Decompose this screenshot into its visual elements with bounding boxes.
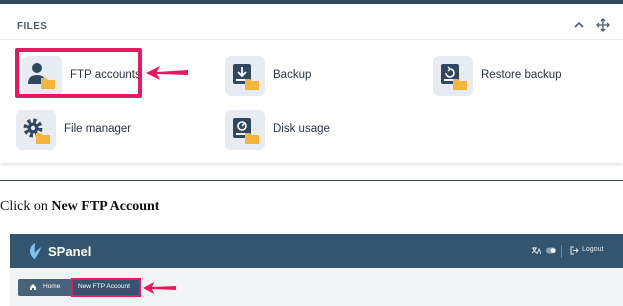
spanel-logo[interactable]: SPanel xyxy=(48,244,91,259)
tile-label: Disk usage xyxy=(273,123,330,135)
tile-backup[interactable]: Backup xyxy=(225,56,335,100)
breadcrumb-home-label: Home xyxy=(43,283,61,290)
tile-restore-backup[interactable]: Restore backup xyxy=(433,56,573,100)
language-icon[interactable] xyxy=(531,246,542,257)
backup-drive-folder-icon xyxy=(225,56,265,96)
home-icon xyxy=(30,284,36,290)
instruction-prefix: Click on xyxy=(0,199,52,214)
files-panel-title: FILES xyxy=(17,21,48,32)
spanel-navbar: SPanel Logout xyxy=(10,234,623,268)
files-panel-header: FILES xyxy=(0,8,623,40)
gear-folder-icon xyxy=(16,110,56,150)
restore-drive-folder-icon xyxy=(433,56,473,96)
navbar-separator xyxy=(561,245,562,258)
logout-link[interactable]: Logout xyxy=(582,246,603,253)
ftp-accounts-highlight xyxy=(15,48,142,98)
instruction-bold: New FTP Account xyxy=(51,199,160,214)
instruction-text: Click on New FTP Account xyxy=(0,199,159,215)
spanel-logo-icon xyxy=(30,243,41,259)
logout-icon[interactable] xyxy=(570,246,579,255)
pointer-arrow-icon xyxy=(146,66,188,80)
breadcrumb-home[interactable]: Home xyxy=(18,279,72,296)
tile-label: Backup xyxy=(273,69,312,81)
theme-toggle-icon[interactable] xyxy=(546,247,556,254)
tile-label: File manager xyxy=(64,123,132,135)
disk-usage-folder-icon xyxy=(225,110,265,150)
section-divider xyxy=(0,180,623,181)
chevron-up-icon[interactable] xyxy=(572,18,586,32)
move-icon[interactable] xyxy=(596,18,610,32)
tile-file-manager[interactable]: File manager xyxy=(16,110,136,154)
tile-disk-usage[interactable]: Disk usage xyxy=(225,110,345,154)
breadcrumb-new-ftp-account[interactable]: New FTP Account xyxy=(78,283,130,290)
pointer-arrow-icon xyxy=(143,282,176,294)
tile-label: Restore backup xyxy=(481,69,562,81)
